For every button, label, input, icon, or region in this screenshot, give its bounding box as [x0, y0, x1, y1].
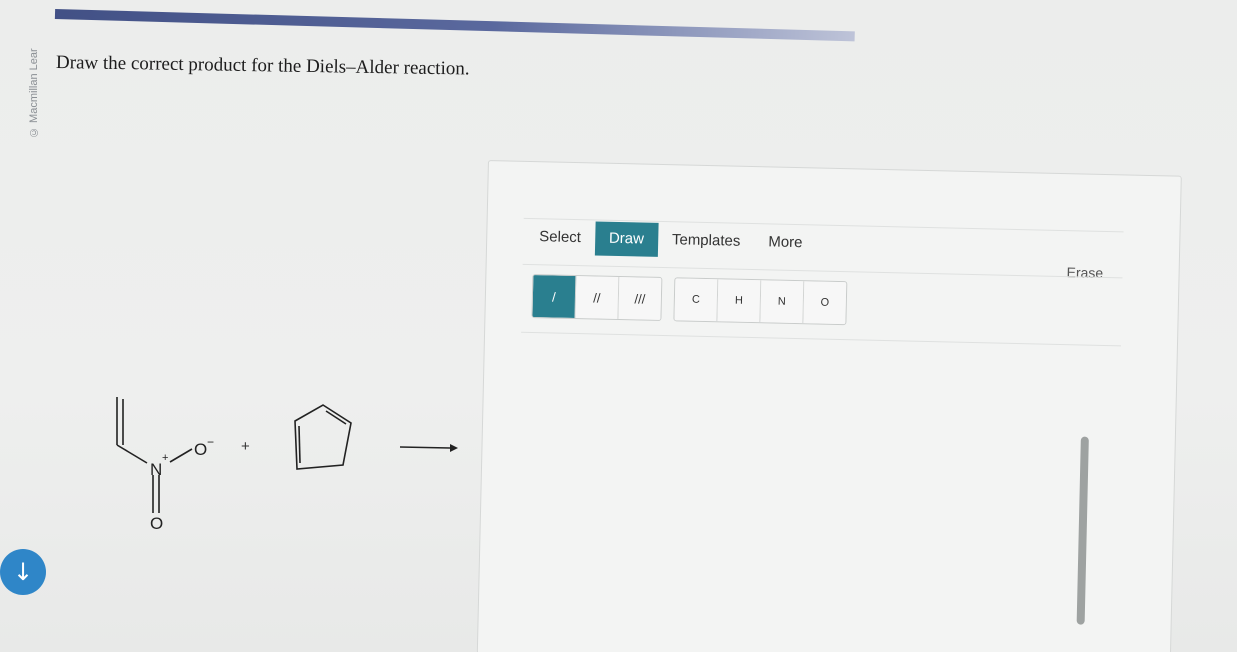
- question-text: Draw the correct product for the Diels–A…: [55, 52, 470, 80]
- tab-more[interactable]: More: [754, 225, 817, 260]
- n-o-single-bond: [169, 448, 193, 463]
- tab-templates[interactable]: Templates: [658, 223, 755, 259]
- copyright-credit: © Macmillan Lear: [28, 48, 40, 138]
- cyclopentadiene-structure: [294, 404, 352, 470]
- nitro-n-charge: +: [162, 452, 168, 464]
- nitro-o-minus-charge: −: [207, 435, 214, 449]
- nitro-o-minus-atom: O: [194, 440, 207, 459]
- canvas-top-divider: [521, 331, 1121, 347]
- diene-double-bond-1: [298, 425, 301, 464]
- c-n-bond: [116, 444, 148, 464]
- atom-tool-nitrogen[interactable]: N: [760, 280, 805, 324]
- nitro-n-atom: N: [150, 460, 162, 479]
- page: © Macmillan Lear Draw the correct produc…: [0, 0, 1237, 652]
- reaction-arrow: [399, 444, 458, 452]
- down-arrow-icon: ↓: [12, 558, 34, 586]
- atom-tool-group: C H N O: [673, 277, 848, 326]
- double-bond-tool[interactable]: //: [575, 276, 620, 319]
- draw-tools: / // /// C H N O: [531, 274, 848, 326]
- bond-tool-group: / // ///: [531, 274, 663, 321]
- plus-sign: +: [241, 438, 250, 455]
- reaction-scheme: N + O − O +: [116, 397, 458, 533]
- scroll-down-button[interactable]: ↓: [0, 549, 46, 595]
- molecule-editor[interactable]: Select Draw Templates More Erase / // //…: [476, 160, 1182, 652]
- tab-draw[interactable]: Draw: [594, 221, 659, 257]
- erase-button[interactable]: Erase: [1066, 264, 1103, 281]
- triple-bond-tool[interactable]: ///: [618, 277, 662, 320]
- single-bond-tool[interactable]: /: [532, 275, 577, 319]
- header-progress-bar: [54, 9, 855, 42]
- atom-tool-oxygen[interactable]: O: [803, 281, 847, 325]
- canvas-scrollbar[interactable]: [1076, 436, 1089, 625]
- nitro-o-double-atom: O: [150, 514, 163, 533]
- editor-tabs: Select Draw Templates More: [525, 220, 1126, 268]
- tab-select[interactable]: Select: [525, 220, 595, 256]
- atom-tool-carbon[interactable]: C: [674, 278, 719, 322]
- atom-tool-hydrogen[interactable]: H: [717, 279, 762, 323]
- nitroethylene-structure: [116, 397, 193, 513]
